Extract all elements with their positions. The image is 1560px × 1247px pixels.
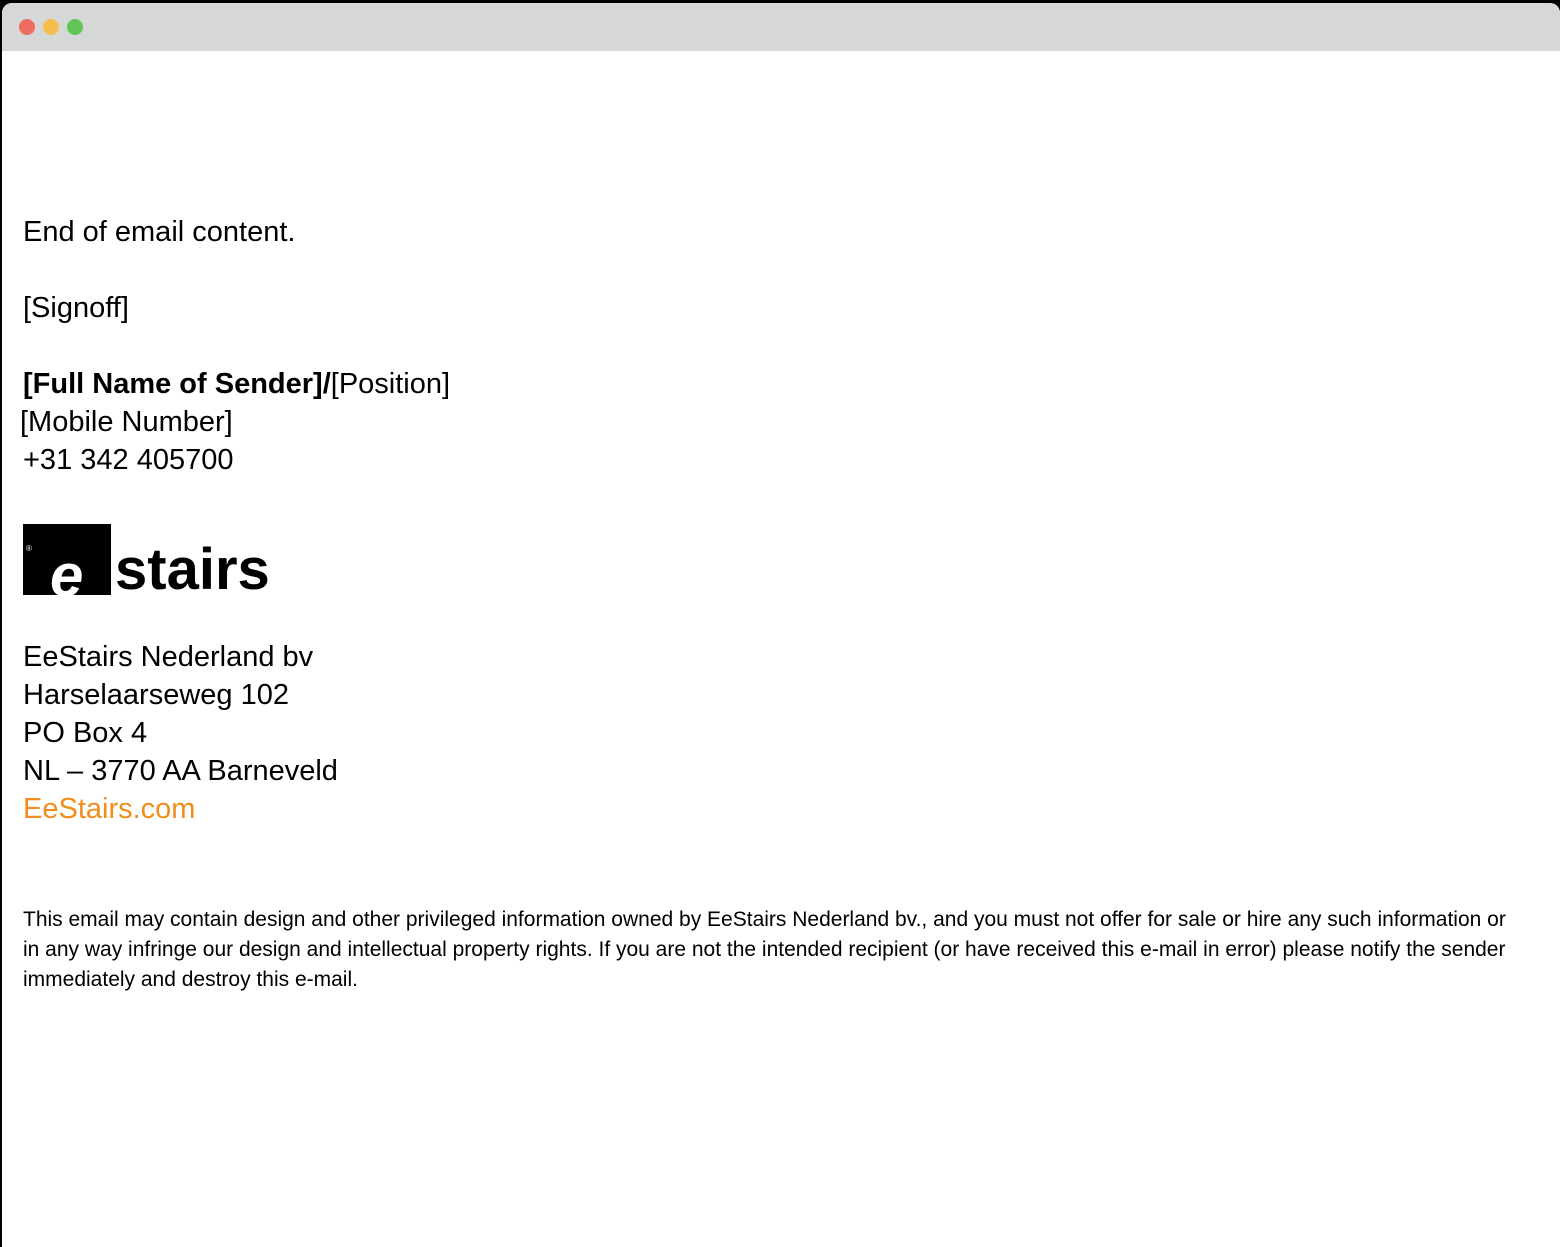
logo-wordmark: stairs xyxy=(115,537,270,602)
mobile-number: [Mobile Number] xyxy=(20,406,233,438)
logo-letter-e-1: e xyxy=(50,542,84,609)
po-box: PO Box 4 xyxy=(23,717,148,749)
logo-letter-e-2: e xyxy=(81,531,107,583)
sender-position: [Position] xyxy=(330,368,451,400)
email-content: End of email content. [Signoff] [Full Na… xyxy=(20,213,1520,995)
legal-disclaimer: This email may contain design and other … xyxy=(23,908,1506,991)
minimize-window-button[interactable] xyxy=(43,19,59,35)
email-body-end: End of email content. xyxy=(23,216,296,248)
maximize-window-button[interactable] xyxy=(67,19,83,35)
email-window: End of email content. [Signoff] [Full Na… xyxy=(2,3,1560,1247)
street-address: Harselaarseweg 102 xyxy=(23,679,289,711)
phone-number: +31 342 405700 xyxy=(23,444,234,476)
title-bar xyxy=(2,3,1560,51)
signoff: [Signoff] xyxy=(23,292,129,324)
eestairs-logo: ® e e stairs xyxy=(23,524,323,606)
close-window-button[interactable] xyxy=(19,19,35,35)
sender-line: [Full Name of Sender]/[Position] xyxy=(23,365,1520,403)
website-link[interactable]: EeStairs.com xyxy=(23,793,195,825)
company-address: EeStairs Nederland bv Harselaarseweg 102… xyxy=(23,638,1520,828)
logo-registered-mark: ® xyxy=(26,544,32,553)
sender-name: [Full Name of Sender]/ xyxy=(23,368,331,400)
company-name: EeStairs Nederland bv xyxy=(23,641,314,673)
city-line: NL – 3770 AA Barneveld xyxy=(23,755,338,787)
